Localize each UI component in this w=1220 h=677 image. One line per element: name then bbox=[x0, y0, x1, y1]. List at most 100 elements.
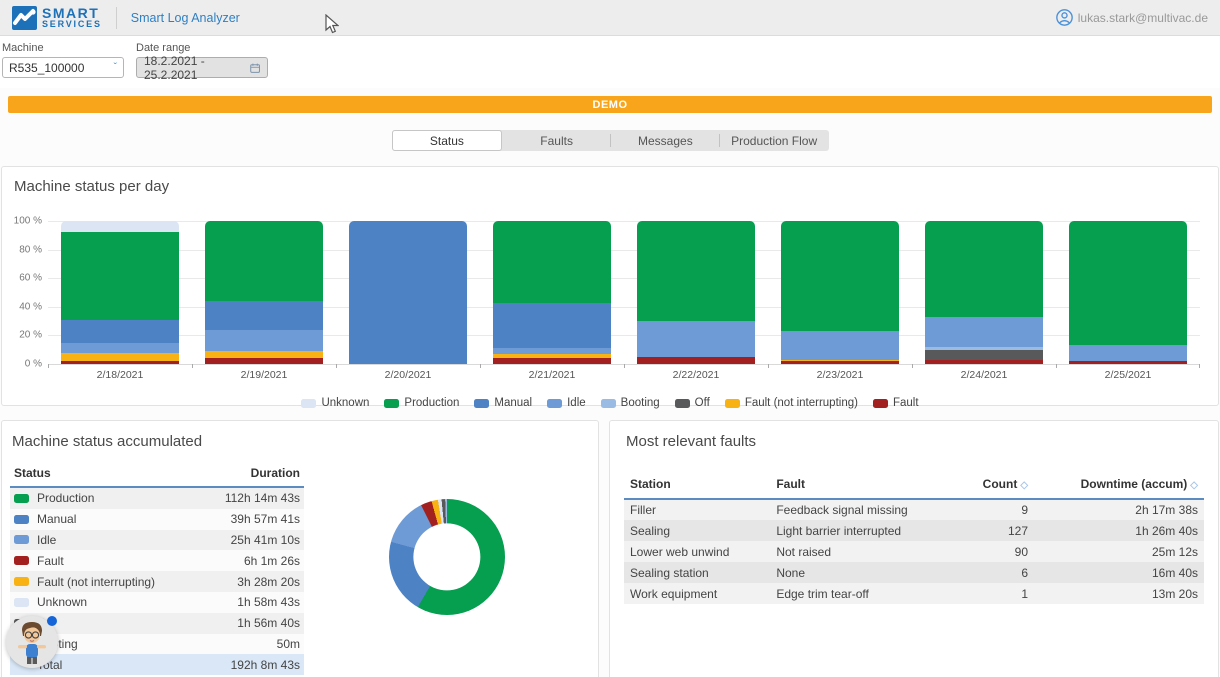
status-donut-chart[interactable] bbox=[389, 499, 505, 615]
bar-segment-idle bbox=[781, 331, 899, 360]
tab-faults[interactable]: Faults bbox=[502, 130, 611, 151]
legend-label: Fault (not interrupting) bbox=[745, 397, 858, 409]
fault-name: None bbox=[770, 562, 958, 583]
status-duration: 1h 58m 43s bbox=[237, 595, 300, 609]
legend-swatch bbox=[474, 399, 489, 408]
fault-station: Lower web unwind bbox=[624, 541, 770, 562]
status-swatch bbox=[14, 515, 29, 524]
bar-segment-fault bbox=[61, 361, 179, 364]
bar-segment-manual bbox=[205, 301, 323, 330]
stacked-bar-2-24-2021[interactable] bbox=[925, 221, 1043, 364]
status-duration: 3h 28m 20s bbox=[237, 575, 300, 589]
fault-name: Edge trim tear-off bbox=[770, 583, 958, 604]
tab-production-flow[interactable]: Production Flow bbox=[720, 130, 829, 151]
status-duration: 6h 1m 26s bbox=[244, 554, 300, 568]
machine-status-per-day-panel: Machine status per day 0 %20 %40 %60 %80… bbox=[1, 166, 1219, 406]
tab-messages[interactable]: Messages bbox=[611, 130, 720, 151]
status-name: Unknown bbox=[37, 595, 87, 609]
bars-area: 2/18/20212/19/20212/20/20212/21/20212/22… bbox=[48, 221, 1200, 364]
user-menu[interactable]: lukas.stark@multivac.de bbox=[1056, 9, 1208, 26]
machine-status-accumulated-panel: Machine status accumulated StatusDuratio… bbox=[1, 420, 599, 677]
status-per-day-chart: 0 %20 %40 %60 %80 %100 %2/18/20212/19/20… bbox=[48, 221, 1200, 386]
panel-title-accumulated: Machine status accumulated bbox=[12, 433, 304, 450]
view-tabs: StatusFaultsMessagesProduction Flow bbox=[392, 130, 829, 151]
stacked-bar-2-23-2021[interactable] bbox=[781, 221, 899, 364]
tab-status[interactable]: Status bbox=[392, 130, 503, 151]
bar-segment-production bbox=[1069, 221, 1187, 345]
status-row-fault: Fault6h 1m 26s bbox=[10, 550, 304, 571]
fault-row: Lower web unwindNot raised9025m 12s bbox=[624, 541, 1204, 562]
status-row-fault-not-interrupting-: Fault (not interrupting)3h 28m 20s bbox=[10, 571, 304, 592]
y-axis-label: 100 % bbox=[10, 216, 42, 227]
date-range-input[interactable]: 18.2.2021 - 25.2.2021 bbox=[136, 57, 268, 78]
legend-item-off: Off bbox=[675, 397, 710, 409]
fault-downtime: 2h 17m 38s bbox=[1034, 499, 1204, 520]
fault-count: 9 bbox=[959, 499, 1034, 520]
stacked-bar-2-21-2021[interactable] bbox=[493, 221, 611, 364]
bar-slot: 2/20/2021 bbox=[336, 221, 480, 364]
legend-label: Manual bbox=[494, 397, 532, 409]
user-icon bbox=[1056, 9, 1073, 26]
panel-title-faults: Most relevant faults bbox=[626, 433, 1204, 450]
fault-station: Sealing station bbox=[624, 562, 770, 583]
bar-segment-fault bbox=[781, 361, 899, 364]
status-swatch bbox=[14, 577, 29, 586]
bar-slot: 2/23/2021 bbox=[768, 221, 912, 364]
legend-item-fault-not-interrupting-: Fault (not interrupting) bbox=[725, 397, 858, 409]
calendar-icon bbox=[250, 62, 260, 74]
legend-label: Fault bbox=[893, 397, 919, 409]
fault-downtime: 16m 40s bbox=[1034, 562, 1204, 583]
status-duration: 25h 41m 10s bbox=[231, 533, 300, 547]
bar-segment-production bbox=[637, 221, 755, 321]
bar-segment-production bbox=[61, 232, 179, 319]
smart-services-logo: SMART SERVICES bbox=[12, 6, 102, 30]
x-axis-label: 2/23/2021 bbox=[768, 369, 912, 381]
status-duration: 50m bbox=[277, 637, 300, 651]
machine-select[interactable]: R535_100000 ˇ bbox=[2, 57, 124, 78]
stacked-bar-2-20-2021[interactable] bbox=[349, 221, 467, 364]
fault-station: Work equipment bbox=[624, 583, 770, 604]
legend-swatch bbox=[301, 399, 316, 408]
bar-segment-manual bbox=[61, 320, 179, 343]
legend-item-unknown: Unknown bbox=[301, 397, 369, 409]
date-range-value: 18.2.2021 - 25.2.2021 bbox=[144, 54, 244, 82]
fault-row: FillerFeedback signal missing92h 17m 38s bbox=[624, 499, 1204, 520]
topbar-divider bbox=[116, 7, 117, 29]
assistant-chat-launcher[interactable] bbox=[6, 616, 58, 668]
sort-icon[interactable]: ◇ bbox=[1190, 480, 1198, 491]
bar-segment-fault bbox=[493, 358, 611, 364]
fault-count: 90 bbox=[959, 541, 1034, 562]
stacked-bar-2-25-2021[interactable] bbox=[1069, 221, 1187, 364]
sort-icon[interactable]: ◇ bbox=[1020, 480, 1028, 491]
faults-header-count[interactable]: Count◇ bbox=[959, 472, 1034, 499]
chevron-down-icon: ˇ bbox=[114, 62, 117, 73]
fault-name: Not raised bbox=[770, 541, 958, 562]
date-range-label: Date range bbox=[136, 42, 268, 54]
bar-segment-manual bbox=[349, 221, 467, 364]
legend-item-booting: Booting bbox=[601, 397, 660, 409]
fault-station: Filler bbox=[624, 499, 770, 520]
stacked-bar-2-18-2021[interactable] bbox=[61, 221, 179, 364]
legend-label: Booting bbox=[621, 397, 660, 409]
stacked-bar-2-22-2021[interactable] bbox=[637, 221, 755, 364]
faults-header-downtime-accum-[interactable]: Downtime (accum)◇ bbox=[1034, 472, 1204, 499]
x-axis-label: 2/22/2021 bbox=[624, 369, 768, 381]
filter-bar: Machine R535_100000 ˇ Date range 18.2.20… bbox=[0, 36, 1220, 88]
status-row-production: Production112h 14m 43s bbox=[10, 488, 304, 509]
bar-segment-idle bbox=[1069, 345, 1187, 361]
legend-item-manual: Manual bbox=[474, 397, 532, 409]
faults-header-fault: Fault bbox=[770, 472, 958, 499]
demo-banner: DEMO bbox=[8, 96, 1212, 113]
bar-slot: 2/25/2021 bbox=[1056, 221, 1200, 364]
legend-swatch bbox=[725, 399, 740, 408]
stacked-bar-2-19-2021[interactable] bbox=[205, 221, 323, 364]
y-axis-label: 20 % bbox=[10, 330, 42, 341]
accumulated-table-header: StatusDuration bbox=[10, 463, 304, 488]
bar-segment-fault-not-interrupting- bbox=[205, 351, 323, 358]
panel-title-status-per-day: Machine status per day bbox=[14, 178, 1208, 195]
legend-label: Production bbox=[404, 397, 459, 409]
bar-slot: 2/19/2021 bbox=[192, 221, 336, 364]
status-name: Manual bbox=[37, 512, 76, 526]
bar-segment-fault bbox=[205, 358, 323, 364]
status-name: Idle bbox=[37, 533, 56, 547]
